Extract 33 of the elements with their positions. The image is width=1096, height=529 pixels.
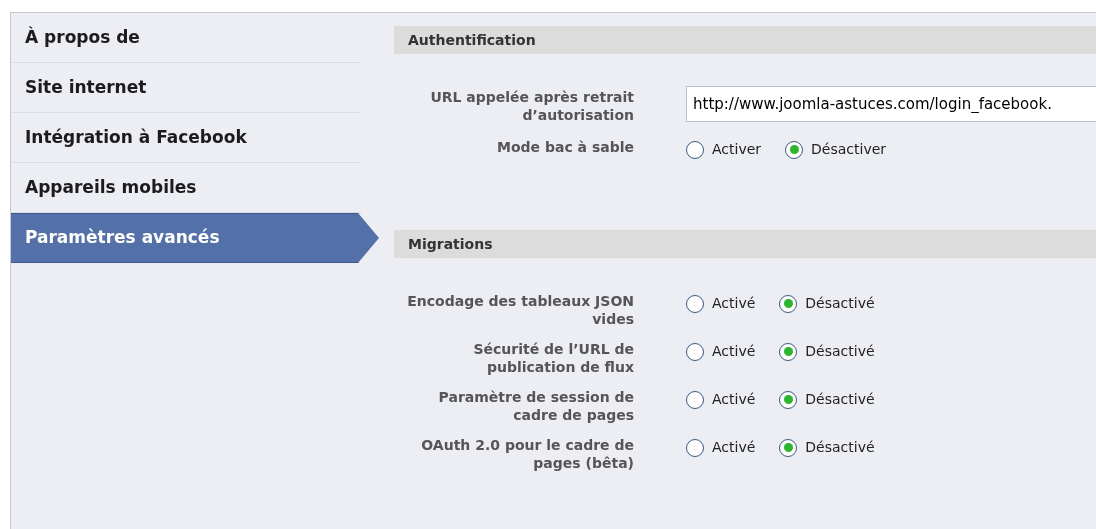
radio-option[interactable]: Activé: [686, 389, 756, 410]
radio-button[interactable]: [686, 294, 704, 313]
radio-option[interactable]: Activer: [686, 139, 762, 160]
radio-button[interactable]: [686, 438, 704, 457]
radio-button[interactable]: [779, 390, 798, 409]
radio-button[interactable]: [779, 294, 798, 313]
radio-option[interactable]: Désactivé: [779, 341, 875, 362]
field-label: URL appelée après retrait d’autorisation: [429, 88, 634, 124]
radio-button[interactable]: [686, 390, 704, 409]
radio-option[interactable]: Désactivé: [779, 293, 875, 314]
field-label: Encodage des tableaux JSON vides: [406, 292, 634, 328]
radio-option[interactable]: Activé: [686, 437, 756, 458]
field-label: Mode bac à sable: [496, 138, 634, 156]
radio-button[interactable]: [686, 342, 704, 361]
radio-button[interactable]: [779, 342, 798, 361]
sidebar-item[interactable]: À propos de: [11, 13, 361, 63]
radio-option[interactable]: Désactivé: [779, 437, 875, 458]
section-header: Authentification: [394, 26, 1096, 54]
radio-option[interactable]: Désactiver: [785, 139, 887, 160]
field-label: Sécurité de l’URL de publication de flux: [472, 340, 634, 376]
sidebar-item[interactable]: Intégration à Facebook: [11, 113, 361, 163]
radio-option[interactable]: Désactivé: [779, 389, 875, 410]
radio-button[interactable]: [785, 140, 804, 159]
url-field[interactable]: http://www.joomla-astuces.com/login_facebook.: [686, 86, 1096, 122]
radio-option[interactable]: Activé: [686, 293, 756, 314]
radio-button[interactable]: [686, 140, 704, 159]
sidebar-item[interactable]: Paramètres avancés: [11, 213, 381, 263]
section-header: Migrations: [394, 230, 1096, 258]
field-label: Paramètre de session de cadre de pages: [437, 388, 634, 424]
sidebar-item[interactable]: Site internet: [11, 63, 361, 113]
radio-button[interactable]: [779, 438, 798, 457]
field-label: OAuth 2.0 pour le cadre de pages (bêta): [420, 436, 634, 472]
radio-option[interactable]: Activé: [686, 341, 756, 362]
